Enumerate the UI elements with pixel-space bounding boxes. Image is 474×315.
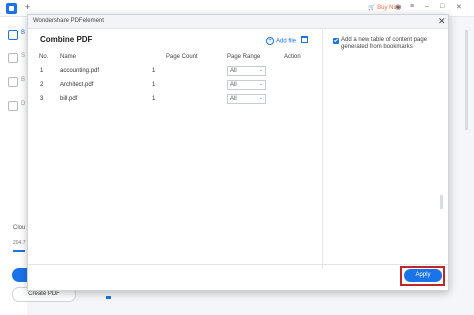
row-page-count: 1	[152, 96, 156, 102]
sidebar-item-label: S	[21, 53, 26, 59]
cloud-usage-bar	[13, 250, 25, 252]
row-file-name: bill.pdf	[60, 96, 78, 102]
chevron-down-icon: ⌄	[258, 95, 263, 101]
footer-divider	[28, 264, 448, 265]
app-close-icon[interactable]: ✕	[456, 3, 462, 11]
row-number: 2	[40, 82, 44, 88]
page-range-select[interactable]: All ⌄	[227, 66, 266, 76]
add-circle-icon: +	[266, 37, 274, 45]
cloud-usage: 204.7	[13, 240, 26, 246]
minimize-icon[interactable]: –	[425, 3, 429, 10]
chevron-down-icon: ⌄	[258, 81, 263, 87]
sidebar-item-label: D	[21, 101, 26, 107]
sidebar-home-icon[interactable]	[8, 30, 18, 40]
apply-button[interactable]: Apply	[404, 269, 442, 282]
row-number: 1	[40, 68, 44, 74]
background-scrollbar[interactable]	[465, 30, 468, 130]
row-file-name: Architect.pdf	[60, 82, 94, 88]
page-range-value: All	[230, 68, 237, 74]
page-range-value: All	[230, 96, 237, 102]
combine-pdf-dialog: Wondershare PDFelement ✕ Combine PDF + Ad…	[27, 14, 449, 291]
toc-bookmarks-label: Add a new table of content page generate…	[341, 37, 428, 50]
column-header-page-count: Page Count	[166, 54, 198, 60]
new-tab-plus-icon[interactable]: +	[25, 2, 30, 12]
page-range-select[interactable]: All ⌄	[227, 80, 266, 90]
sidebar-item-label: B	[21, 30, 26, 36]
dialog-titlebar: Wondershare PDFelement ✕	[28, 15, 448, 29]
menu-icon[interactable]: ≡	[410, 3, 414, 10]
column-header-name: Name	[60, 54, 77, 60]
panel-divider	[322, 30, 323, 268]
close-icon[interactable]: ✕	[438, 16, 446, 26]
user-icon[interactable]: ◉	[395, 3, 401, 11]
sidebar-item-icon[interactable]	[8, 77, 18, 87]
row-file-name: accounting.pdf	[60, 68, 100, 74]
column-header-no: No.	[39, 54, 49, 60]
panel-title: Combine PDF	[40, 35, 93, 44]
chevron-down-icon: ⌄	[258, 67, 263, 73]
sidebar-item-icon[interactable]	[8, 101, 18, 111]
dialog-window-title: Wondershare PDFelement	[33, 18, 104, 24]
row-page-count: 1	[152, 82, 156, 88]
row-number: 3	[40, 96, 44, 102]
column-header-page-range: Page Range	[227, 54, 261, 60]
sidebar-item-icon[interactable]	[8, 53, 18, 63]
add-file-label: Add file	[276, 38, 297, 45]
column-header-action: Action	[284, 54, 301, 60]
background-marker	[106, 296, 111, 299]
page-range-select[interactable]: All ⌄	[227, 94, 266, 104]
page-range-value: All	[230, 82, 237, 88]
trash-icon[interactable]	[301, 36, 308, 43]
sidebar-item-label: B	[21, 77, 26, 83]
maximize-icon[interactable]: □	[440, 3, 444, 10]
dialog-scrollbar[interactable]	[440, 195, 443, 209]
toc-bookmarks-checkbox[interactable]	[333, 38, 339, 44]
row-page-count: 1	[152, 68, 156, 74]
add-file-button[interactable]: + Add file	[266, 37, 296, 45]
pdfelement-logo-icon	[6, 3, 17, 14]
cloud-label: Clou	[13, 225, 26, 231]
